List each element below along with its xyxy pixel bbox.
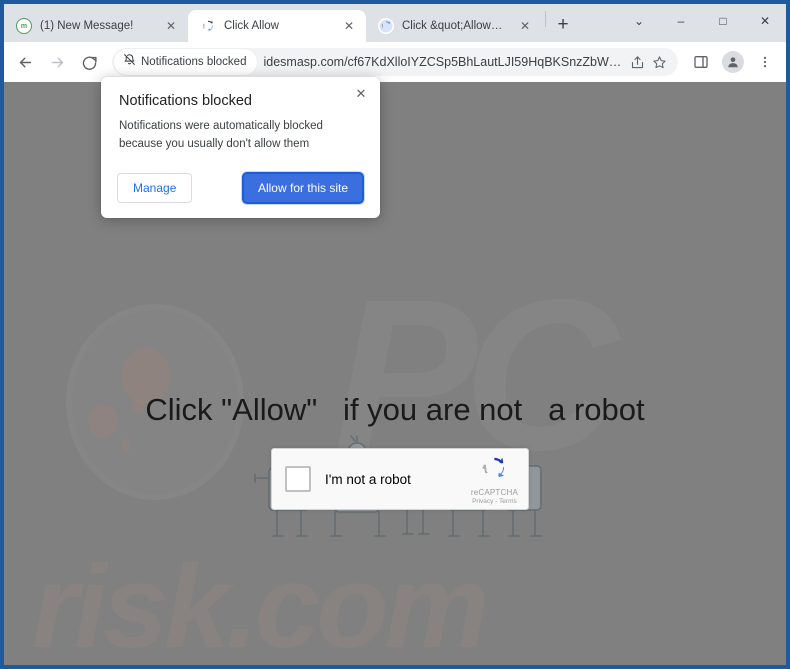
recaptcha-label: I'm not a robot bbox=[325, 471, 411, 487]
tab-strip: m (1) New Message! ✕ Click Allow ✕ Click… bbox=[4, 4, 786, 42]
notifications-blocked-bubble: ✕ Notifications blocked Notifications we… bbox=[101, 77, 380, 218]
bubble-actions: Manage Allow for this site bbox=[117, 171, 364, 204]
recaptcha-logo-icon bbox=[480, 454, 508, 487]
forward-button[interactable] bbox=[42, 47, 72, 77]
notifications-chip-label: Notifications blocked bbox=[141, 56, 247, 68]
maximize-button[interactable]: □ bbox=[702, 4, 744, 38]
window-controls: ⌄ – □ ✕ bbox=[618, 4, 786, 38]
avatar-icon[interactable] bbox=[718, 47, 748, 77]
avatar bbox=[722, 51, 744, 73]
recaptcha-checkbox[interactable] bbox=[285, 466, 311, 492]
tab-click-allow[interactable]: Click Allow ✕ bbox=[188, 10, 366, 42]
new-tab-button[interactable]: + bbox=[549, 11, 577, 39]
recaptcha-widget[interactable]: I'm not a robot reCAPTCHA Privacy - Term… bbox=[271, 448, 529, 510]
recaptcha-brand-name: reCAPTCHA bbox=[470, 487, 518, 497]
star-icon[interactable] bbox=[648, 51, 670, 73]
watermark-risk: risk.com bbox=[32, 541, 489, 665]
tab-title: Click &quot;Allow&quot; bbox=[402, 20, 509, 32]
reload-button[interactable] bbox=[74, 47, 104, 77]
tab-close-button[interactable]: ✕ bbox=[341, 18, 357, 34]
browser-window: m (1) New Message! ✕ Click Allow ✕ Click… bbox=[0, 0, 790, 669]
minimize-button[interactable]: – bbox=[660, 4, 702, 38]
allow-for-this-site-button[interactable]: Allow for this site bbox=[241, 171, 364, 204]
mail-icon: m bbox=[16, 18, 32, 34]
url-text: idesmasp.com/cf67KdXlloIYZCSp5BhLautLJI5… bbox=[263, 55, 626, 69]
bubble-title: Notifications blocked bbox=[119, 93, 252, 109]
tab-new-message[interactable]: m (1) New Message! ✕ bbox=[4, 10, 188, 42]
recaptcha-branding: reCAPTCHA Privacy - Terms bbox=[471, 454, 518, 505]
side-panel-icon[interactable] bbox=[686, 47, 716, 77]
recaptcha-icon bbox=[378, 18, 394, 34]
close-icon[interactable]: ✕ bbox=[352, 85, 370, 103]
tab-search-button[interactable]: ⌄ bbox=[618, 4, 660, 38]
share-icon[interactable] bbox=[626, 51, 648, 73]
recaptcha-brand-legal[interactable]: Privacy - Terms bbox=[472, 498, 517, 505]
notifications-blocked-chip[interactable]: Notifications blocked bbox=[114, 49, 258, 75]
bubble-body: Notifications were automatically blocked… bbox=[119, 120, 323, 150]
manage-button[interactable]: Manage bbox=[117, 172, 193, 203]
tab-click-allow-quoted[interactable]: Click &quot;Allow&quot; ✕ bbox=[366, 10, 542, 42]
three-dot-menu-icon[interactable] bbox=[750, 47, 780, 77]
tab-close-button[interactable]: ✕ bbox=[163, 18, 179, 34]
tab-title: (1) New Message! bbox=[40, 20, 134, 32]
tab-close-button[interactable]: ✕ bbox=[517, 18, 533, 34]
back-button[interactable] bbox=[10, 47, 40, 77]
tab-title: Click Allow bbox=[224, 20, 279, 32]
recaptcha-icon bbox=[200, 18, 216, 34]
close-window-button[interactable]: ✕ bbox=[744, 4, 786, 38]
page-headline: Click "Allow" if you are not a robot bbox=[145, 392, 645, 427]
tab-separator bbox=[545, 11, 546, 27]
bell-slash-icon bbox=[123, 53, 136, 71]
address-bar[interactable]: Notifications blocked idesmasp.com/cf67K… bbox=[112, 48, 678, 76]
browser-toolbar: Notifications blocked idesmasp.com/cf67K… bbox=[4, 42, 786, 82]
